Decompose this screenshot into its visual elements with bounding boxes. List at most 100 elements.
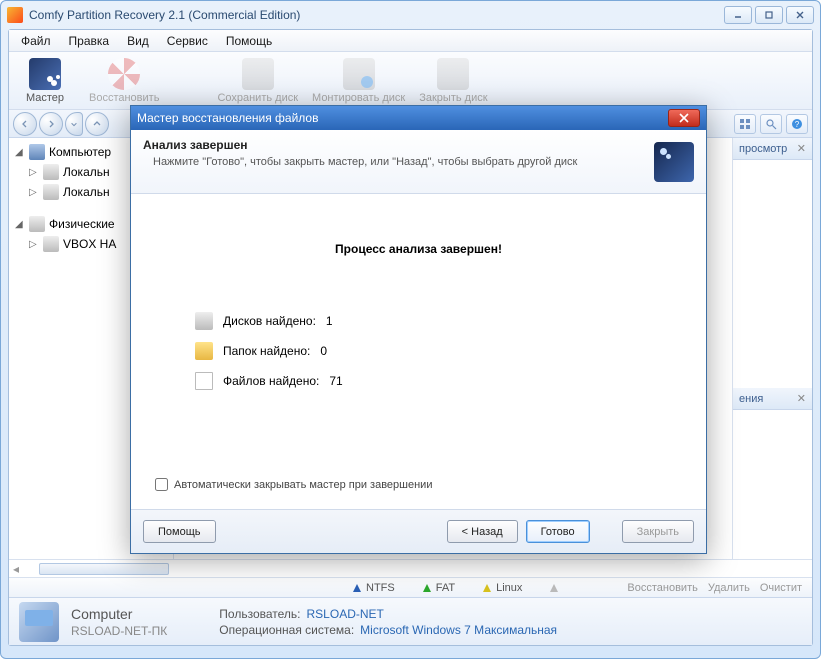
tree-computer-label: Компьютер xyxy=(49,145,111,159)
drive-icon xyxy=(43,164,59,180)
wizard-title: Мастер восстановления файлов xyxy=(137,111,318,125)
save-disk-label: Сохранить диск xyxy=(217,92,298,104)
wand-icon xyxy=(29,58,61,90)
fs-linux: Linux xyxy=(469,582,536,594)
nav-back-button[interactable] xyxy=(13,112,37,136)
close-button[interactable] xyxy=(786,6,814,24)
autoclose-label: Автоматически закрывать мастер при завер… xyxy=(174,479,432,491)
fs-ntfs: NTFS xyxy=(339,582,409,594)
status-footer: Computer RSLOAD-NET-ПК Пользователь: RSL… xyxy=(9,597,812,645)
info-label: ения xyxy=(739,393,763,405)
footer-user-label: Пользователь: xyxy=(219,607,300,621)
stat-files-label: Файлов найдено: xyxy=(223,374,319,388)
fs-fat: FAT xyxy=(409,582,469,594)
maximize-button[interactable] xyxy=(755,6,783,24)
horizontal-scrollbar[interactable]: ◂ xyxy=(9,559,812,577)
main-toolbar: Мастер Восстановить Сохранить диск Монти… xyxy=(9,52,812,110)
footer-user-value: RSLOAD-NET xyxy=(307,607,384,621)
menu-service[interactable]: Сервис xyxy=(159,32,216,50)
help-button[interactable]: ? xyxy=(786,114,808,134)
expand-icon: ▷ xyxy=(29,239,39,250)
window-title: Comfy Partition Recovery 2.1 (Commercial… xyxy=(29,8,724,22)
stat-folders-value: 0 xyxy=(320,344,327,358)
menu-view[interactable]: Вид xyxy=(119,32,157,50)
tree-item-label: Локальн xyxy=(63,165,110,179)
autoclose-checkbox[interactable]: Автоматически закрывать мастер при завер… xyxy=(155,478,682,491)
collapse-icon: ◢ xyxy=(15,219,25,230)
menu-help[interactable]: Помощь xyxy=(218,32,280,50)
stat-disks-label: Дисков найдено: xyxy=(223,314,316,328)
minimize-button[interactable] xyxy=(724,6,752,24)
mount-disk-button[interactable]: Монтировать диск xyxy=(312,58,405,104)
app-icon xyxy=(7,7,23,23)
wizard-button[interactable]: Мастер xyxy=(15,58,75,104)
fs-clear[interactable]: Очистит xyxy=(760,582,802,594)
drive-icon xyxy=(29,216,45,232)
wizard-header-subtitle: Нажмите "Готово", чтобы закрыть мастер, … xyxy=(143,156,654,168)
fs-delete[interactable]: Удалить xyxy=(708,582,750,594)
wizard-back-button[interactable]: < Назад xyxy=(447,520,518,543)
recover-button[interactable]: Восстановить xyxy=(89,58,159,104)
preview-label: просмотр xyxy=(739,143,787,155)
right-panel: просмотр ✕ ения ✕ xyxy=(732,138,812,559)
autoclose-input[interactable] xyxy=(155,478,168,491)
computer-large-icon xyxy=(19,602,59,642)
stat-files: Файлов найдено: 71 xyxy=(195,372,682,390)
stat-folders-label: Папок найдено: xyxy=(223,344,310,358)
wizard-done-message: Процесс анализа завершен! xyxy=(155,242,682,256)
computer-icon xyxy=(29,144,45,160)
preview-header: просмотр ✕ xyxy=(733,138,812,160)
footer-os-label: Операционная система: xyxy=(219,623,354,637)
recover-label: Восстановить xyxy=(89,92,159,104)
disk-play-icon xyxy=(343,58,375,90)
tree-item-label: VBOX HA xyxy=(63,237,116,251)
wizard-dialog: Мастер восстановления файлов Анализ заве… xyxy=(130,105,707,554)
lifebuoy-icon xyxy=(108,58,140,90)
view-mode-button[interactable] xyxy=(734,114,756,134)
stat-files-value: 71 xyxy=(329,374,342,388)
wizard-cancel-button: Закрыть xyxy=(622,520,694,543)
scroll-thumb[interactable] xyxy=(39,563,169,575)
wizard-finish-button[interactable]: Готово xyxy=(526,520,590,543)
file-icon xyxy=(195,372,213,390)
close-icon[interactable]: ✕ xyxy=(797,392,806,405)
disk-icon xyxy=(195,312,213,330)
close-disk-button[interactable]: Закрыть диск xyxy=(419,58,487,104)
stat-disks: Дисков найдено: 1 xyxy=(195,312,682,330)
nav-forward-button[interactable] xyxy=(39,112,63,136)
tree-item-label: Локальн xyxy=(63,185,110,199)
expand-icon: ▷ xyxy=(29,187,39,198)
filesystem-bar: NTFS FAT Linux Восстановить Удалить Очис… xyxy=(9,577,812,597)
svg-text:?: ? xyxy=(795,120,800,129)
expand-icon: ▷ xyxy=(29,167,39,178)
wizard-help-button[interactable]: Помощь xyxy=(143,520,216,543)
wand-large-icon xyxy=(654,142,694,182)
footer-os-value: Microsoft Windows 7 Максимальная xyxy=(360,623,557,637)
wizard-titlebar: Мастер восстановления файлов xyxy=(131,106,706,130)
save-disk-button[interactable]: Сохранить диск xyxy=(217,58,298,104)
menu-file[interactable]: Файл xyxy=(13,32,59,50)
fs-unknown xyxy=(536,584,572,592)
menu-edit[interactable]: Правка xyxy=(61,32,118,50)
fs-recover[interactable]: Восстановить xyxy=(627,582,697,594)
disk-icon xyxy=(242,58,274,90)
wizard-close-button[interactable] xyxy=(668,109,700,127)
wizard-header: Анализ завершен Нажмите "Готово", чтобы … xyxy=(131,130,706,194)
collapse-icon: ◢ xyxy=(15,147,25,158)
tree-physical-label: Физические xyxy=(49,217,115,231)
drive-icon xyxy=(43,184,59,200)
mount-disk-label: Монтировать диск xyxy=(312,92,405,104)
close-disk-label: Закрыть диск xyxy=(419,92,487,104)
folder-icon xyxy=(195,342,213,360)
close-icon[interactable]: ✕ xyxy=(797,142,806,155)
drive-icon xyxy=(43,236,59,252)
info-header: ения ✕ xyxy=(733,388,812,410)
wizard-footer: Помощь < Назад Готово Закрыть xyxy=(131,509,706,553)
nav-history-button[interactable] xyxy=(65,112,83,136)
wizard-label: Мастер xyxy=(26,92,64,104)
footer-computer-label: Computer xyxy=(71,606,132,622)
find-button[interactable] xyxy=(760,114,782,134)
nav-up-button[interactable] xyxy=(85,112,109,136)
disk-close-icon xyxy=(437,58,469,90)
menubar: Файл Правка Вид Сервис Помощь xyxy=(9,30,812,52)
